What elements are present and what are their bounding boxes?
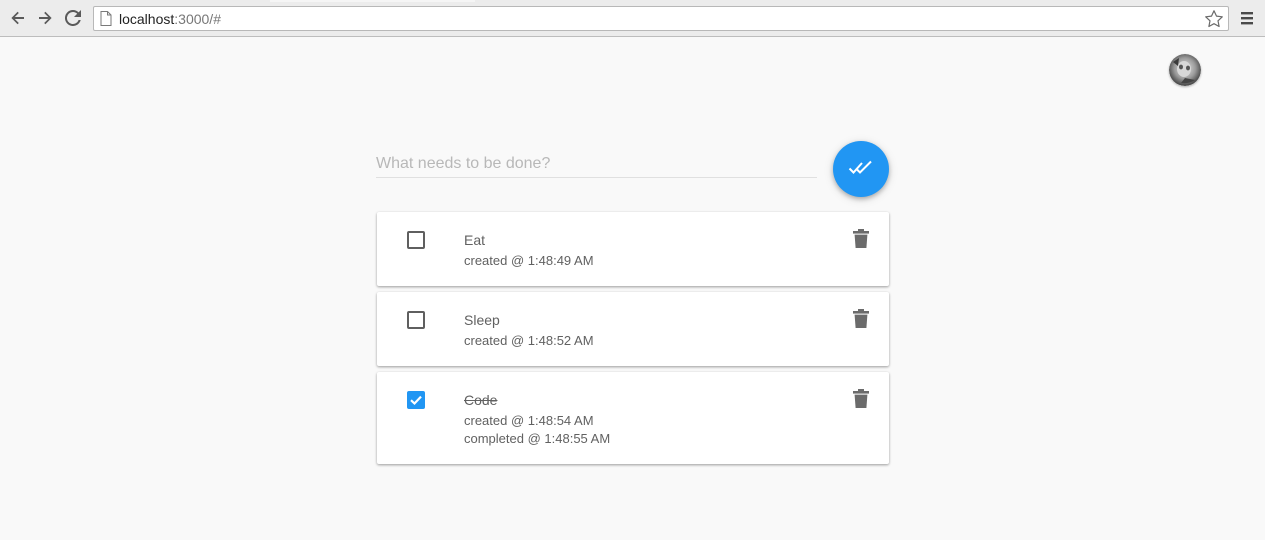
avatar[interactable] — [1169, 54, 1201, 86]
todo-created: created @ 1:48:49 AM — [464, 253, 594, 268]
todo-checkbox[interactable] — [407, 391, 425, 409]
url-host: localhost — [119, 11, 175, 27]
delete-icon[interactable] — [852, 309, 870, 329]
todo-item: Code created @ 1:48:54 AM completed @ 1:… — [377, 372, 889, 464]
todo-checkbox[interactable] — [407, 231, 425, 249]
todo-checkbox[interactable] — [407, 311, 425, 329]
todo-title[interactable]: Eat — [464, 232, 485, 248]
browser-tab[interactable] — [270, 0, 475, 2]
menu-icon[interactable] — [1239, 10, 1255, 26]
browser-toolbar: localhost:3000/# — [0, 0, 1265, 37]
delete-icon[interactable] — [852, 229, 870, 249]
todo-title[interactable]: Code — [464, 392, 497, 408]
forward-icon[interactable] — [35, 8, 55, 28]
page-icon — [100, 11, 112, 31]
toggle-all-button[interactable] — [833, 141, 889, 197]
back-icon[interactable] — [8, 8, 28, 28]
delete-icon[interactable] — [852, 389, 870, 409]
todo-completed: completed @ 1:48:55 AM — [464, 431, 611, 446]
todo-item: Sleep created @ 1:48:52 AM — [377, 292, 889, 366]
star-icon[interactable] — [1204, 9, 1224, 34]
todo-created: created @ 1:48:52 AM — [464, 333, 594, 348]
url-text[interactable]: localhost:3000/# — [119, 11, 221, 27]
address-bar[interactable]: localhost:3000/# — [93, 6, 1229, 31]
new-todo-input[interactable] — [376, 150, 817, 178]
todo-item: Eat created @ 1:48:49 AM — [377, 212, 889, 286]
url-rest: :3000/# — [174, 11, 221, 27]
todo-created: created @ 1:48:54 AM — [464, 413, 594, 428]
double-check-icon — [848, 158, 874, 181]
reload-icon[interactable] — [63, 8, 83, 28]
todo-title[interactable]: Sleep — [464, 312, 500, 328]
